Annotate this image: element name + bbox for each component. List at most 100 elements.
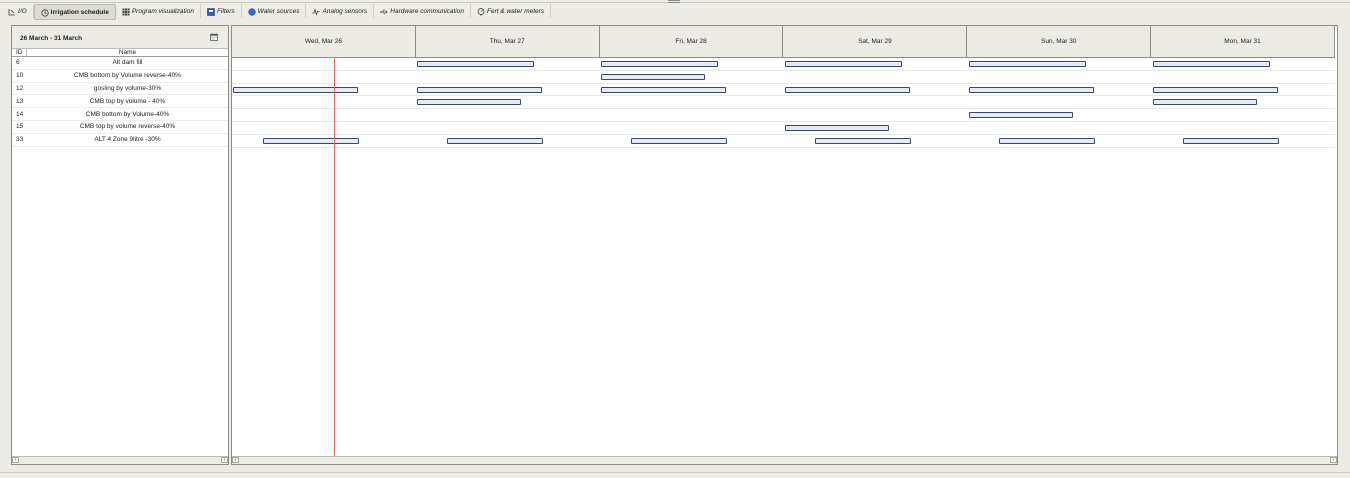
irrigation-run-bar[interactable] <box>969 86 1094 93</box>
irrigation-run-bar[interactable] <box>601 73 706 80</box>
timeline-panel: Wed, Mar 26 Thu, Mar 27 Fri, Mar 28 Sat, Ma… <box>231 25 1338 465</box>
timeline-row <box>232 58 1335 71</box>
program-row[interactable]: 13 CMB top by volume - 40% <box>12 95 228 109</box>
program-name: CMB bottom by Volume-40% <box>85 110 170 118</box>
tab-label: Filters <box>216 7 235 15</box>
program-row[interactable]: 10 CMB bottom by Volume reverse-40% <box>12 70 228 83</box>
scroll-right-icon[interactable]: › <box>221 457 228 463</box>
tab-label: Water sources <box>257 7 300 15</box>
tab-hardware-communication[interactable]: Hardware communication <box>374 4 471 18</box>
irrigation-run-bar[interactable] <box>785 61 903 67</box>
program-id: 13 <box>16 97 24 105</box>
irrigation-run-bar[interactable] <box>233 86 358 93</box>
irrigation-run-bar[interactable] <box>601 61 719 67</box>
calendar-icon[interactable] <box>210 33 218 41</box>
tab-water-sources[interactable]: Water sources <box>242 4 307 18</box>
program-list: 6 Alt dam fill 10 CMB bottom by Volume reve… <box>12 57 228 147</box>
bottom-divider <box>0 472 1350 473</box>
date-range-label: 26 March - 31 March <box>20 35 83 42</box>
irrigation-run-bar[interactable] <box>1153 86 1278 93</box>
tab-label: Fert & water meters <box>486 7 545 15</box>
usb-icon <box>380 8 389 15</box>
program-id: 10 <box>16 72 24 80</box>
tab-filters[interactable]: Filters <box>201 4 242 18</box>
tab-io[interactable]: I/O <box>2 4 34 18</box>
current-time-marker <box>334 58 336 456</box>
irrigation-run-bar[interactable] <box>417 86 542 93</box>
meter-icon <box>477 7 485 16</box>
timeline-row <box>232 109 1335 122</box>
tab-irrigation-schedule[interactable]: Irrigation schedule <box>33 4 116 20</box>
tab-label: Analog sensors <box>322 7 368 15</box>
irrigation-run-bar[interactable] <box>785 86 910 93</box>
program-id: 6 <box>16 59 20 67</box>
irrigation-run-bar[interactable] <box>446 137 544 144</box>
irrigation-run-bar[interactable] <box>262 137 360 144</box>
tab-analog-sensors[interactable]: Analog sensors <box>306 4 375 18</box>
irrigation-run-bar[interactable] <box>1182 137 1280 144</box>
irrigation-run-bar[interactable] <box>601 86 726 93</box>
scroll-right-icon[interactable]: › <box>1330 457 1337 463</box>
irrigation-run-bar[interactable] <box>417 61 535 67</box>
irrigation-run-bar[interactable] <box>1153 99 1258 106</box>
program-name: CMB top by volume - 40% <box>89 97 166 105</box>
day-column-header: Sun, Mar 30 <box>967 26 1152 57</box>
program-list-column-header: ID Name <box>12 49 228 57</box>
day-column-header: Sat, Mar 29 <box>783 26 968 57</box>
tab-label: I/O <box>18 7 27 15</box>
program-id: 15 <box>16 123 24 131</box>
scroll-left-icon[interactable]: ‹ <box>12 457 19 463</box>
irrigation-run-bar[interactable] <box>1153 61 1271 67</box>
irrigation-run-bar[interactable] <box>630 137 728 144</box>
irrigation-run-bar[interactable] <box>969 61 1087 67</box>
tab-label: Irrigation schedule <box>50 8 109 16</box>
day-column-header: Wed, Mar 26 <box>232 26 416 57</box>
program-list-scrollbar[interactable]: ‹ › <box>12 456 228 464</box>
timeline-row <box>232 122 1335 135</box>
tab-fert-water-meters[interactable]: Fert & water meters <box>471 4 552 18</box>
program-name: CMB top by volume reverse-40% <box>79 123 176 131</box>
program-name: Alt dam fill <box>112 59 143 67</box>
irrigation-run-bar[interactable] <box>417 99 522 106</box>
sensor-wave-icon <box>312 7 320 16</box>
timeline-day-header: Wed, Mar 26 Thu, Mar 27 Fri, Mar 28 Sat, Ma… <box>232 26 1335 58</box>
day-column-header: Mon, Mar 31 <box>1151 26 1335 57</box>
timeline-row <box>232 96 1335 110</box>
program-name: ALT 4 Zone 9litre -30% <box>94 136 161 144</box>
program-row[interactable]: 6 Alt dam fill <box>12 57 228 70</box>
timeline-row <box>232 71 1335 84</box>
program-row[interactable]: 14 CMB bottom by Volume-40% <box>12 108 228 121</box>
program-row[interactable]: 15 CMB top by volume reverse-40% <box>12 121 228 134</box>
timeline-row <box>232 84 1335 97</box>
io-icon <box>8 8 15 15</box>
irrigation-run-bar[interactable] <box>814 137 912 144</box>
program-id: 33 <box>16 136 24 144</box>
splitter-grip[interactable] <box>668 0 680 3</box>
program-name: CMB bottom by Volume reverse-40% <box>74 72 181 80</box>
program-name: gosling by volume-30% <box>93 84 162 92</box>
program-id: 14 <box>16 110 24 118</box>
program-row[interactable]: 33 ALT 4 Zone 9litre -30% <box>12 134 228 147</box>
id-column-header[interactable]: ID <box>12 49 27 56</box>
day-column-header: Thu, Mar 27 <box>416 26 600 57</box>
tab-label: Program visualization <box>131 7 194 15</box>
tab-program-visualization[interactable]: Program visualization <box>116 4 201 18</box>
timeline-row <box>232 135 1335 148</box>
grid-icon <box>122 8 130 15</box>
water-drop-icon <box>248 7 256 16</box>
clock-icon <box>41 8 49 17</box>
irrigation-run-bar[interactable] <box>969 112 1074 119</box>
filter-icon <box>207 7 215 16</box>
main-tab-bar: I/O Irrigation schedule Program visualiz… <box>2 4 552 20</box>
irrigation-run-bar[interactable] <box>785 125 890 131</box>
tab-label: Hardware communication <box>390 7 464 15</box>
name-column-header[interactable]: Name <box>27 49 228 56</box>
scroll-left-icon[interactable]: ‹ <box>232 457 239 463</box>
program-list-panel: 26 March - 31 March ID Name 6 Alt dam fil… <box>11 25 229 465</box>
program-row[interactable]: 12 gosling by volume-30% <box>12 83 228 96</box>
day-column-header: Fri, Mar 28 <box>600 26 784 57</box>
timeline-scrollbar[interactable]: ‹ › <box>232 456 1337 464</box>
program-id: 12 <box>16 84 24 92</box>
irrigation-run-bar[interactable] <box>998 137 1096 144</box>
date-range-header: 26 March - 31 March <box>12 26 228 49</box>
